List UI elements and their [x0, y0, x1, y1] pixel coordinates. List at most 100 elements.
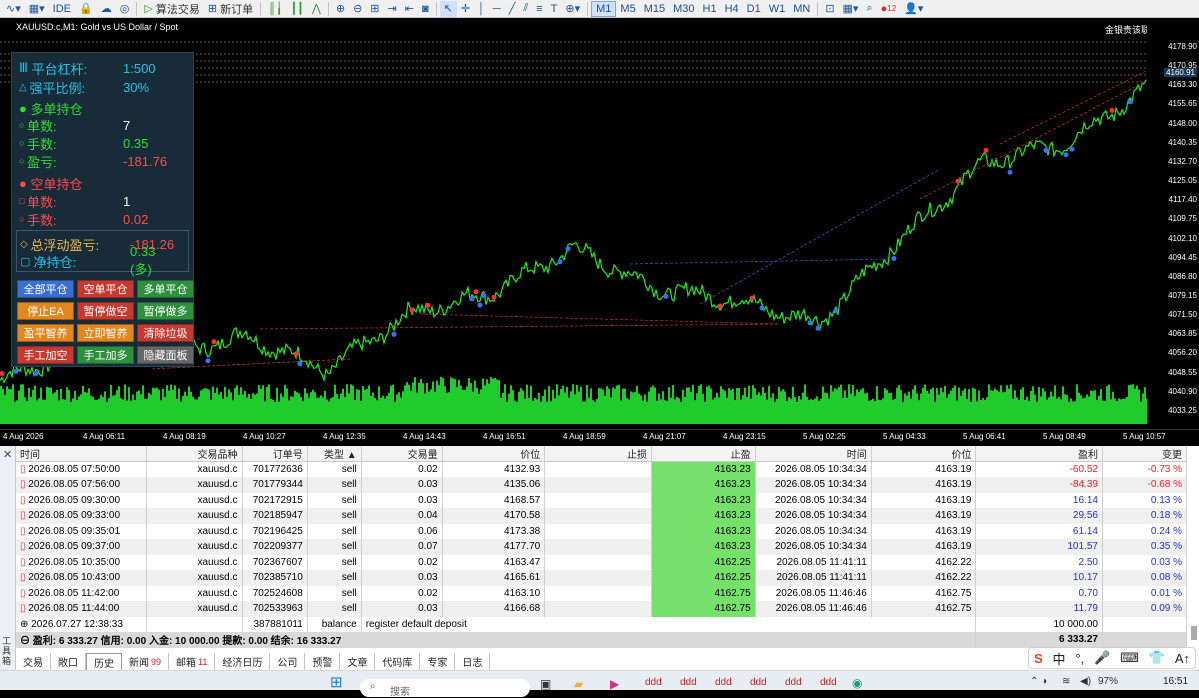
browser-icon[interactable]: ◉ [852, 676, 862, 690]
screenshot-icon[interactable]: ◙ [418, 1, 433, 17]
bars-icon[interactable]: ┃┃ [287, 1, 308, 17]
panel-button-6[interactable]: 盈平智养 [17, 324, 74, 342]
timeframe-m5[interactable]: M5 [616, 1, 639, 17]
column-header[interactable]: 变更 [1102, 446, 1188, 462]
column-header[interactable]: 时间 [16, 446, 148, 462]
indicators-icon[interactable]: ⊡ [821, 1, 838, 17]
ime-item[interactable]: °, [1075, 651, 1084, 666]
taskbar-clock[interactable]: 16:51 [1163, 676, 1188, 687]
table-row[interactable]: ▯ 2026.08.05 07:56:00 xauusd.c 701779344 se… [16, 477, 1188, 493]
panel-button-1[interactable]: 空单平仓 [77, 280, 134, 298]
templates-icon[interactable]: ▦▾ [839, 1, 863, 17]
windows-start-icon[interactable]: ⊞ [330, 673, 343, 691]
panel-button-9[interactable]: 手工加空 [17, 346, 74, 364]
line-chart-icon[interactable]: ⋀ [308, 1, 325, 17]
column-header[interactable]: 止盈 [651, 446, 756, 462]
vertical-line-icon[interactable]: │ [474, 1, 489, 17]
candles-icon[interactable]: ║╽ [264, 1, 286, 17]
table-row[interactable]: ▯ 2026.08.05 09:30:00 xauusd.c 702172915 se… [16, 492, 1188, 508]
timeframe-h1[interactable]: H1 [699, 1, 721, 17]
column-header[interactable]: 订单号 [242, 446, 308, 462]
ime-item[interactable]: 中 [1052, 649, 1065, 668]
column-header[interactable]: 交易品种 [146, 446, 243, 462]
table-row[interactable]: ▯ 2026.08.05 10:43:00 xauusd.c 702385710 se… [16, 570, 1188, 586]
mt5-icon[interactable]: ddd [645, 677, 662, 688]
tab-邮箱[interactable]: 邮箱 11 [169, 653, 216, 670]
app-icon[interactable]: ▶ [610, 677, 619, 691]
account-icon[interactable]: 👤▾ [900, 1, 927, 17]
tab-预警[interactable]: 预警 [305, 653, 341, 670]
chart-shift-icon[interactable]: ⇤ [401, 1, 418, 17]
taskbar-search-input[interactable]: 搜索 [360, 679, 530, 698]
table-row[interactable]: ▯ 2026.08.05 07:50:00 xauusd.c 701772636 se… [16, 461, 1188, 477]
column-header[interactable]: 盈利 [975, 446, 1103, 462]
panel-button-11[interactable]: 隐藏面板 [137, 346, 194, 364]
timeframe-m1[interactable]: M1 [591, 0, 617, 17]
timeframe-m30[interactable]: M30 [669, 1, 698, 17]
timeframe-w1[interactable]: W1 [765, 1, 790, 17]
ime-item[interactable]: 👕 [1149, 650, 1165, 666]
notifications-icon[interactable]: ● 12 [877, 1, 901, 17]
search-icon[interactable]: ⌕ [862, 1, 876, 17]
fibonacci-icon[interactable]: ≡ [532, 1, 546, 17]
timeframe-h4[interactable]: H4 [721, 1, 743, 17]
chart-type-icon[interactable]: ∿▾ [2, 1, 25, 17]
ime-item[interactable]: ⌨ [1120, 650, 1139, 666]
template-icon[interactable]: ▦▾ [25, 1, 49, 17]
timeframe-m15[interactable]: M15 [640, 1, 669, 17]
new-order-button[interactable]: ⊞ 新订单 [204, 1, 257, 17]
horizontal-line-icon[interactable]: ─ [489, 1, 505, 17]
tab-日志[interactable]: 日志 [455, 653, 491, 670]
panel-button-0[interactable]: 全部平仓 [17, 280, 74, 298]
zoom-in-icon[interactable]: ⊕ [332, 1, 349, 17]
tab-文章[interactable]: 文章 [340, 653, 376, 670]
timeframe-d1[interactable]: D1 [743, 1, 765, 17]
algo-trading-button[interactable]: ▷ 算法交易 [140, 1, 204, 17]
mt5-icon[interactable]: ddd [750, 677, 767, 688]
panel-button-10[interactable]: 手工加多 [77, 346, 134, 364]
cursor-icon[interactable]: ↖ [439, 0, 457, 17]
table-row[interactable]: ▯ 2026.08.05 09:35:01 xauusd.c 702196425 se… [16, 523, 1188, 539]
column-header[interactable]: 价位 [442, 446, 546, 462]
column-header[interactable]: 价位 [871, 446, 977, 462]
task-view-icon[interactable]: ▣ [540, 677, 551, 691]
tab-经济日历[interactable]: 经济日历 [215, 653, 271, 670]
grid-icon[interactable]: ⊞ [366, 1, 383, 17]
panel-button-2[interactable]: 多单平仓 [137, 280, 194, 298]
panel-button-3[interactable]: 停止EA [17, 302, 74, 320]
tab-专家[interactable]: 专家 [420, 653, 456, 670]
panel-button-8[interactable]: 清除垃圾 [137, 324, 194, 342]
volume-icon[interactable]: ◀) [1080, 676, 1091, 687]
channel-icon[interactable]: ⫽ [519, 1, 532, 17]
cloud-icon[interactable]: ☁ [97, 1, 116, 17]
column-header[interactable]: 止损 [544, 446, 652, 462]
column-header[interactable]: 时间 [755, 446, 872, 462]
mt5-icon[interactable]: ddd [785, 677, 802, 688]
price-scale[interactable]: 4178.90 4170.95 4163.30 4155.65 4148.00 4140.… [1147, 19, 1199, 429]
mt5-icon[interactable]: ddd [680, 677, 697, 688]
lock-icon[interactable]: 🔒 [75, 1, 97, 17]
zoom-out-icon[interactable]: ⊖ [349, 1, 366, 17]
tab-公司[interactable]: 公司 [270, 653, 306, 670]
column-header[interactable]: 类型 ▲ [307, 446, 362, 462]
scrollbar-thumb[interactable] [1191, 626, 1197, 640]
table-row[interactable]: ▯ 2026.08.05 10:35:00 xauusd.c 702367607 se… [16, 554, 1188, 570]
balance-row[interactable]: ⊕ 2026.07.27 12:38:33 387881011 balance reg… [16, 616, 1188, 632]
tab-历史[interactable]: 历史 [86, 653, 122, 670]
table-row[interactable]: ▯ 2026.08.05 11:42:00 xauusd.c 702524608 se… [16, 585, 1188, 601]
close-icon[interactable]: ✕ [3, 448, 12, 461]
autoscroll-icon[interactable]: ⇥ [384, 1, 401, 17]
ime-item[interactable]: A↑ [1175, 651, 1190, 666]
panel-button-7[interactable]: 立即智养 [77, 324, 134, 342]
tab-敞口[interactable]: 敞口 [51, 653, 86, 670]
crosshair-icon[interactable]: ✛ [457, 1, 474, 17]
ime-item[interactable]: S [1034, 651, 1043, 666]
vps-icon[interactable]: ◎ [116, 1, 134, 17]
time-scale[interactable]: 4 Aug 2026 4 Aug 06:11 4 Aug 08:19 4 Aug 10… [0, 429, 1199, 445]
timeframe-mn[interactable]: MN [789, 1, 814, 17]
tray-icons[interactable]: ⌃ ◑ [1030, 676, 1047, 687]
panel-button-5[interactable]: 暂停做多 [137, 302, 194, 320]
ime-item[interactable]: 🎤 [1094, 650, 1110, 666]
wifi-icon[interactable]: ≋ [1062, 676, 1070, 687]
mt5-icon[interactable]: ddd [820, 677, 837, 688]
